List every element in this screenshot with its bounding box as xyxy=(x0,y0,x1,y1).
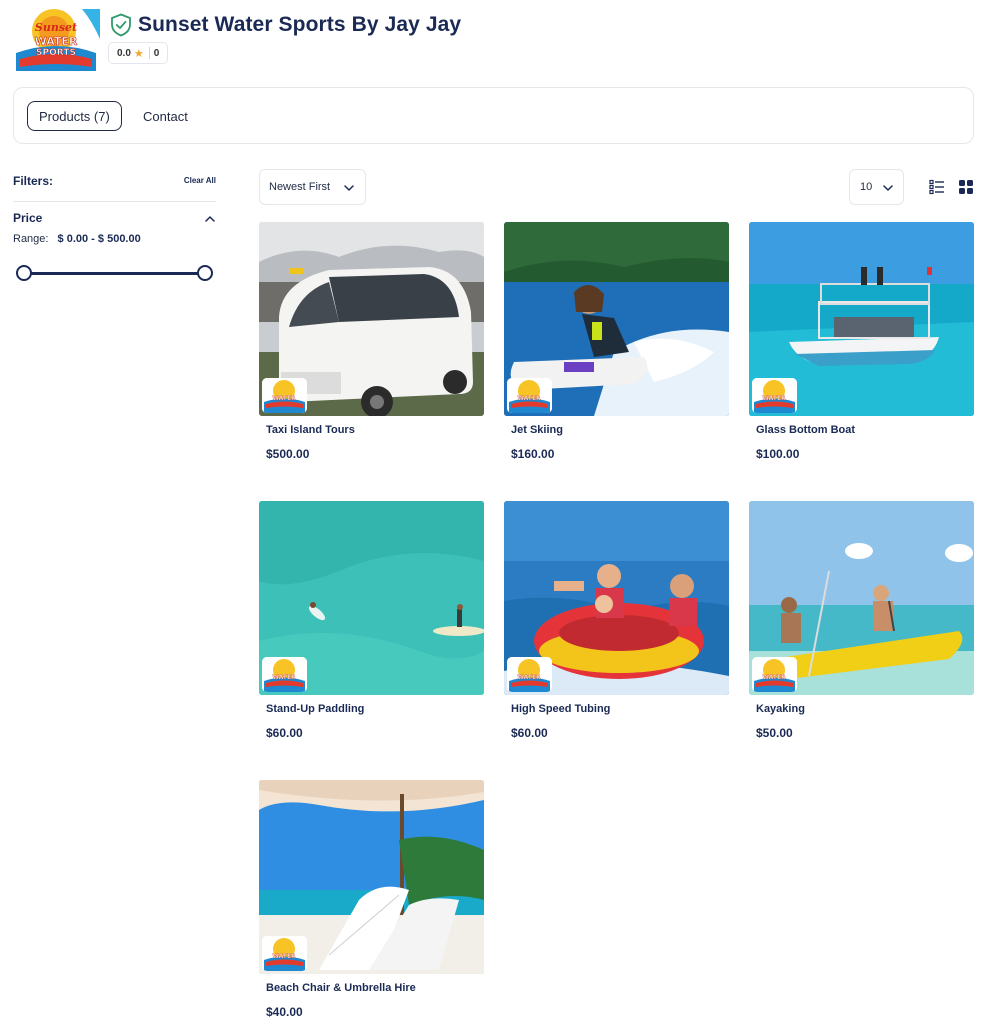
product-card[interactable]: WATER Taxi Island Tours $500.00 xyxy=(259,222,484,472)
store-tabs: Products (7) Contact xyxy=(13,87,974,144)
filters-panel: Filters: Clear All Price Range: $ 0.00 -… xyxy=(13,170,216,282)
product-name[interactable]: Jet Skiing xyxy=(511,424,563,436)
divider xyxy=(148,47,150,59)
slider-min-handle[interactable] xyxy=(16,265,32,281)
product-card[interactable]: WATER High Speed Tubing $60.00 xyxy=(504,501,729,751)
price-slider[interactable] xyxy=(13,264,216,282)
per-page-dropdown[interactable]: 10 xyxy=(849,169,904,205)
chevron-down-icon xyxy=(343,182,355,194)
store-logo-badge: WATER xyxy=(752,378,797,413)
star-icon: ★ xyxy=(133,47,144,60)
filters-header: Filters: Clear All xyxy=(13,170,216,202)
product-price: $50.00 xyxy=(756,726,793,740)
product-card[interactable]: WATER Glass Bottom Boat $100.00 xyxy=(749,222,974,472)
store-name: Sunset Water Sports By Jay Jay xyxy=(138,13,462,36)
product-card[interactable]: WATER Stand-Up Paddling $60.00 xyxy=(259,501,484,751)
product-name[interactable]: Beach Chair & Umbrella Hire xyxy=(266,982,416,994)
store-logo-badge: WATER xyxy=(507,378,552,413)
chevron-up-icon[interactable] xyxy=(204,212,216,224)
store-header: Sunset WATER SPORTS Sunset Water Sports … xyxy=(12,8,972,74)
product-name[interactable]: Glass Bottom Boat xyxy=(756,424,855,436)
slider-max-handle[interactable] xyxy=(197,265,213,281)
rating-value: 0.0 xyxy=(117,47,131,59)
product-price: $100.00 xyxy=(756,447,800,461)
review-count: 0 xyxy=(153,47,160,59)
sort-value: Newest First xyxy=(269,181,331,193)
svg-text:WATER: WATER xyxy=(272,953,296,960)
svg-text:WATER: WATER xyxy=(517,674,541,681)
range-label: Range: xyxy=(13,233,49,245)
product-card[interactable]: WATER Kayaking $50.00 xyxy=(749,501,974,751)
verified-shield-icon xyxy=(110,13,132,37)
tab-products[interactable]: Products (7) xyxy=(27,101,122,131)
grid-view-icon[interactable] xyxy=(958,179,974,195)
slider-track xyxy=(23,272,206,275)
chevron-down-icon xyxy=(882,182,894,194)
product-price: $60.00 xyxy=(266,726,303,740)
tab-contact[interactable]: Contact xyxy=(143,101,188,131)
product-name[interactable]: Kayaking xyxy=(756,703,805,715)
product-name[interactable]: Stand-Up Paddling xyxy=(266,703,364,715)
store-logo-badge: WATER xyxy=(752,657,797,692)
range-value: $ 0.00 - $ 500.00 xyxy=(57,233,141,245)
svg-text:WATER: WATER xyxy=(762,674,786,681)
product-card[interactable]: WATER Beach Chair & Umbrella Hire $40.00 xyxy=(259,780,484,1024)
store-logo-badge: WATER xyxy=(262,378,307,413)
svg-text:WATER: WATER xyxy=(272,395,296,402)
price-filter-header[interactable]: Price xyxy=(13,211,216,225)
clear-all-button[interactable]: Clear All xyxy=(184,176,216,185)
price-range: Range: $ 0.00 - $ 500.00 xyxy=(13,233,216,245)
svg-text:WATER: WATER xyxy=(35,35,78,48)
list-view-icon[interactable] xyxy=(929,179,945,195)
svg-text:Sunset: Sunset xyxy=(35,21,77,34)
product-price: $60.00 xyxy=(511,726,548,740)
price-filter-title: Price xyxy=(13,211,43,225)
store-logo: Sunset WATER SPORTS xyxy=(12,9,100,71)
store-logo-badge: WATER xyxy=(262,657,307,692)
svg-text:WATER: WATER xyxy=(272,674,296,681)
svg-text:WATER: WATER xyxy=(762,395,786,402)
per-page-value: 10 xyxy=(860,181,873,193)
store-logo-badge: WATER xyxy=(507,657,552,692)
product-price: $500.00 xyxy=(266,447,310,461)
rating-badge: 0.0 ★ 0 xyxy=(108,42,169,64)
product-name[interactable]: Taxi Island Tours xyxy=(266,424,355,436)
product-card[interactable]: WATER Jet Skiing $160.00 xyxy=(504,222,729,472)
svg-text:WATER: WATER xyxy=(517,395,541,402)
product-price: $160.00 xyxy=(511,447,555,461)
product-name[interactable]: High Speed Tubing xyxy=(511,703,610,715)
svg-text:SPORTS: SPORTS xyxy=(36,48,76,58)
sort-dropdown[interactable]: Newest First xyxy=(259,169,366,205)
filters-title: Filters: xyxy=(13,173,54,188)
store-logo-badge: WATER xyxy=(262,936,307,971)
product-price: $40.00 xyxy=(266,1005,303,1019)
